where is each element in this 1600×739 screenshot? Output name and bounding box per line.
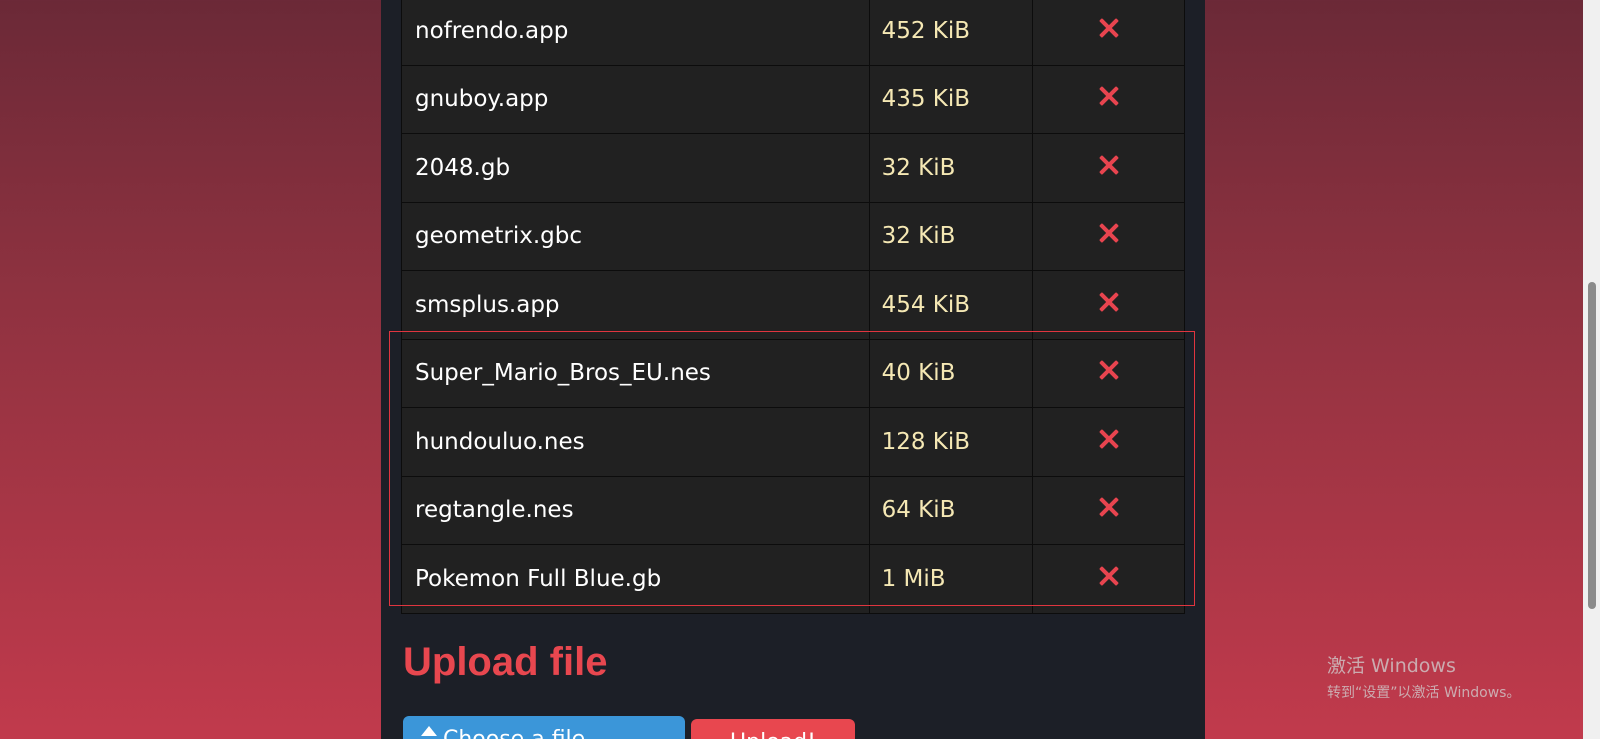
- file-row: smsplus.app 454 KiB: [401, 270, 1185, 340]
- delete-cell: [1032, 64, 1185, 134]
- delete-x-icon[interactable]: [1098, 359, 1120, 381]
- delete-cell: [1032, 270, 1185, 340]
- delete-cell: [1032, 544, 1185, 614]
- delete-x-icon[interactable]: [1098, 222, 1120, 244]
- delete-x-icon[interactable]: [1098, 291, 1120, 313]
- upload-arrow-icon: [421, 726, 437, 736]
- delete-cell: [1032, 338, 1185, 408]
- file-row: nofrendo.app 452 KiB: [401, 0, 1185, 66]
- file-row: Pokemon Full Blue.gb 1 MiB: [401, 544, 1185, 614]
- watermark-line-2: 转到“设置”以激活 Windows。: [1327, 685, 1521, 701]
- file-size: 32 KiB: [868, 133, 1034, 203]
- delete-x-icon[interactable]: [1098, 496, 1120, 518]
- delete-cell: [1032, 0, 1185, 66]
- file-row: Super_Mario_Bros_EU.nes 40 KiB: [401, 338, 1185, 408]
- file-name: nofrendo.app: [401, 0, 870, 66]
- delete-x-icon[interactable]: [1098, 428, 1120, 450]
- file-size: 128 KiB: [868, 407, 1034, 477]
- delete-x-icon[interactable]: [1098, 565, 1120, 587]
- file-size: 452 KiB: [868, 0, 1034, 66]
- file-table: nofrendo.app 452 KiB gnuboy.app 435 KiB 2048…: [401, 0, 1185, 614]
- windows-activation-watermark: 激活 Windows 转到“设置”以激活 Windows。: [1327, 651, 1520, 702]
- file-name: smsplus.app: [401, 270, 870, 340]
- file-size: 40 KiB: [868, 338, 1034, 408]
- delete-cell: [1032, 201, 1185, 271]
- file-name: Pokemon Full Blue.gb: [401, 544, 870, 614]
- watermark-line-1: 激活 Windows: [1327, 655, 1456, 677]
- file-name: 2048.gb: [401, 133, 870, 203]
- delete-cell: [1032, 407, 1185, 477]
- file-name: geometrix.gbc: [401, 201, 870, 271]
- file-table-body: nofrendo.app 452 KiB gnuboy.app 435 KiB 2048…: [401, 0, 1185, 614]
- delete-x-icon[interactable]: [1098, 154, 1120, 176]
- choose-file-button[interactable]: Choose a file: [403, 716, 685, 739]
- file-size: 435 KiB: [868, 64, 1034, 134]
- file-row: regtangle.nes 64 KiB: [401, 475, 1185, 545]
- choose-file-label: Choose a file: [443, 726, 586, 739]
- delete-cell: [1032, 475, 1185, 545]
- file-name: hundouluo.nes: [401, 407, 870, 477]
- scrollbar-thumb[interactable]: [1588, 282, 1596, 609]
- file-size: 64 KiB: [868, 475, 1034, 545]
- file-name: gnuboy.app: [401, 64, 870, 134]
- file-size: 454 KiB: [868, 270, 1034, 340]
- file-row: 2048.gb 32 KiB: [401, 133, 1185, 203]
- file-row: geometrix.gbc 32 KiB: [401, 201, 1185, 271]
- page-scrollbar[interactable]: [1583, 0, 1600, 739]
- content-panel: nofrendo.app 452 KiB gnuboy.app 435 KiB 2048…: [381, 0, 1205, 739]
- file-row: hundouluo.nes 128 KiB: [401, 407, 1185, 477]
- file-size: 32 KiB: [868, 201, 1034, 271]
- upload-button[interactable]: Upload!: [691, 719, 855, 739]
- file-size: 1 MiB: [868, 544, 1034, 614]
- file-name: regtangle.nes: [401, 475, 870, 545]
- delete-cell: [1032, 133, 1185, 203]
- delete-x-icon[interactable]: [1098, 17, 1120, 39]
- file-name: Super_Mario_Bros_EU.nes: [401, 338, 870, 408]
- delete-x-icon[interactable]: [1098, 85, 1120, 107]
- file-row: gnuboy.app 435 KiB: [401, 64, 1185, 134]
- upload-section-title: Upload file: [403, 640, 608, 684]
